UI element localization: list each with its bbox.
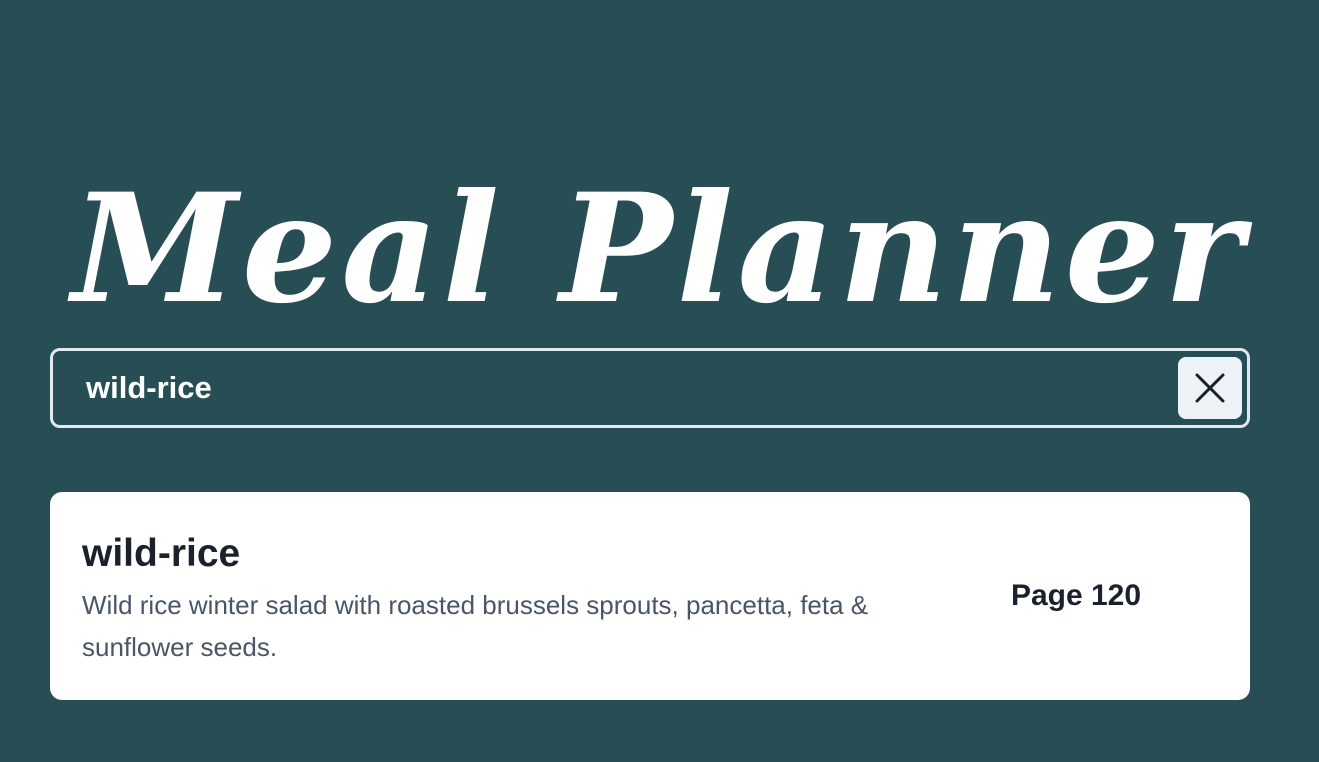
clear-search-button[interactable] bbox=[1178, 357, 1242, 419]
search-box bbox=[50, 348, 1250, 428]
search-input[interactable] bbox=[53, 351, 1163, 425]
result-page-number: Page 120 bbox=[1010, 579, 1142, 612]
app-title: Meal Planner bbox=[71, 160, 1248, 337]
close-icon bbox=[1195, 373, 1225, 403]
result-description: Wild rice winter salad with roasted brus… bbox=[82, 590, 869, 662]
result-title: wild-rice bbox=[82, 532, 241, 575]
result-card[interactable]: wild-rice Wild rice winter salad with ro… bbox=[50, 492, 1250, 700]
